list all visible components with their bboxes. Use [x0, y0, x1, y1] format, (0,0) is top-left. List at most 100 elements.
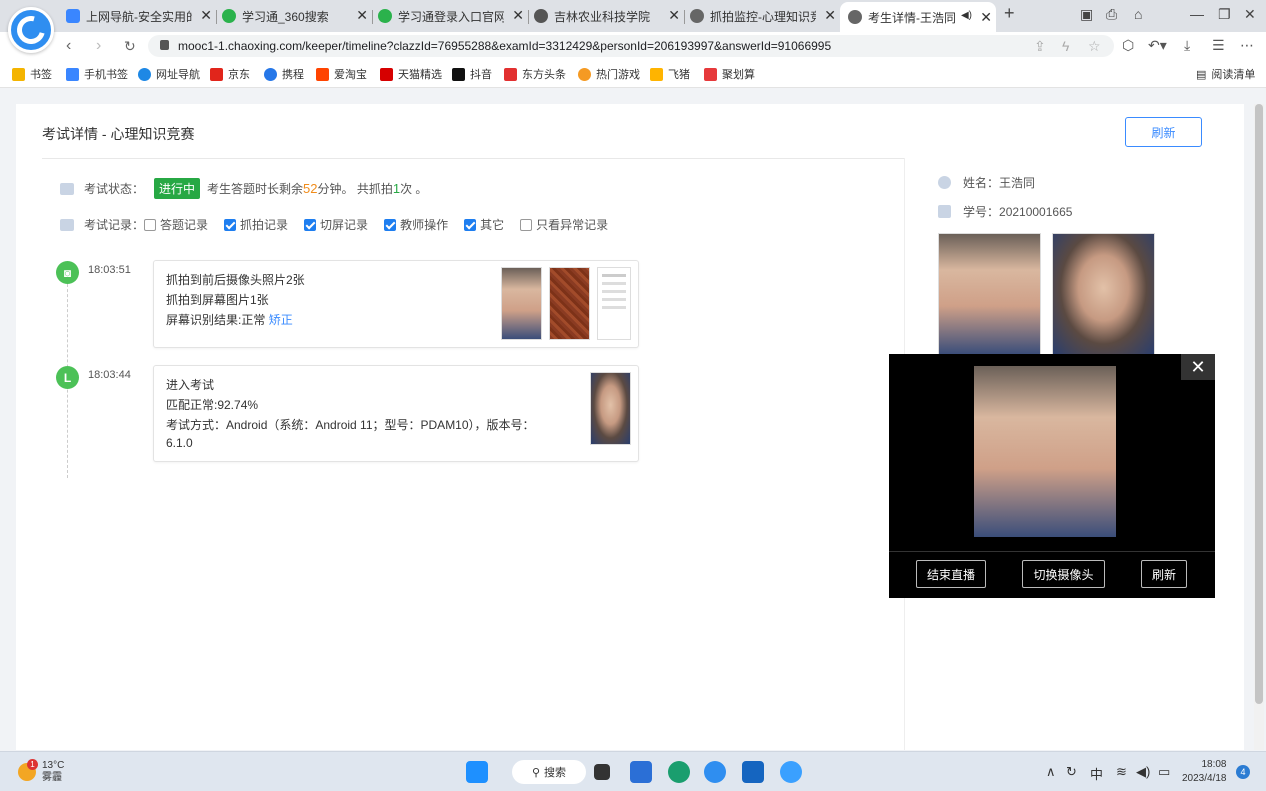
- speaker-icon[interactable]: ◀): [961, 10, 972, 21]
- filter-answer-records[interactable]: 答题记录: [144, 216, 208, 233]
- extensions-icon[interactable]: ⬡: [1122, 37, 1134, 54]
- notification-badge[interactable]: 4: [1236, 765, 1250, 779]
- student-id-photo[interactable]: [1052, 233, 1155, 355]
- switch-camera-button[interactable]: 切换摄像头: [1022, 560, 1105, 588]
- divider: [42, 158, 904, 159]
- page-scrollbar[interactable]: [1254, 104, 1264, 750]
- star-icon[interactable]: ☆: [1088, 38, 1101, 55]
- tab-student-detail[interactable]: 考生详情-王浩同 ◀) ✕: [840, 2, 996, 32]
- bookmark-item[interactable]: 聚划算: [704, 66, 755, 82]
- shirt-icon[interactable]: ⌂: [1134, 6, 1142, 22]
- undo-icon[interactable]: ↶▾: [1148, 37, 1167, 54]
- print-icon[interactable]: ⎙: [1106, 6, 1117, 23]
- toutiao-icon: [504, 67, 517, 81]
- filter-switch-screen-records[interactable]: 切屏记录: [304, 216, 368, 233]
- system-clock[interactable]: 18:08 2023/4/18: [1182, 758, 1227, 786]
- tab-nav[interactable]: 上网导航-安全实用的网 ✕: [66, 4, 216, 28]
- filter-capture-records[interactable]: 抓拍记录: [224, 216, 288, 233]
- tab-label: 上网导航-安全实用的网: [86, 9, 192, 24]
- bookmark-item[interactable]: 京东: [210, 66, 250, 82]
- popup-refresh-button[interactable]: 刷新: [1141, 560, 1187, 588]
- reading-mode-icon[interactable]: ☰: [1212, 37, 1225, 54]
- battery-icon[interactable]: ▭: [1158, 764, 1170, 780]
- bookmark-item[interactable]: 天猫精选: [380, 66, 442, 82]
- restore-icon[interactable]: ❐: [1218, 6, 1231, 23]
- shield-app-icon[interactable]: [742, 761, 764, 783]
- taskbar-search[interactable]: ⚲ 搜索: [512, 760, 586, 784]
- tab-xuexitong-login[interactable]: 学习通登录入口官网_36 ✕: [378, 4, 528, 28]
- bookmark-item[interactable]: 网址导航: [138, 66, 200, 82]
- wifi-icon[interactable]: ≋: [1116, 764, 1127, 780]
- remaining-minutes: 52: [303, 181, 318, 196]
- more-menu-icon[interactable]: ⋯: [1240, 37, 1254, 54]
- download-icon[interactable]: ⤓: [1184, 37, 1190, 54]
- status-badge: 进行中: [154, 178, 201, 199]
- bookmark-item[interactable]: 抖音: [452, 66, 492, 82]
- clock-date: 2023/4/18: [1182, 773, 1227, 784]
- filter-teacher-operations[interactable]: 教师操作: [384, 216, 448, 233]
- new-tab-icon[interactable]: +: [1004, 3, 1015, 24]
- tab-close-icon[interactable]: ✕: [200, 8, 212, 22]
- refresh-button[interactable]: 刷新: [1125, 117, 1202, 147]
- tab-list-icon[interactable]: ▣: [1080, 6, 1093, 23]
- tab-close-icon[interactable]: ✕: [356, 8, 368, 22]
- browser-taskbar-icon[interactable]: [704, 761, 726, 783]
- checkbox[interactable]: [464, 218, 477, 231]
- tab-360-search[interactable]: 学习通_360搜索 ✕: [222, 4, 372, 28]
- task-view-icon[interactable]: [594, 764, 610, 780]
- lightning-icon[interactable]: ϟ: [1062, 38, 1069, 54]
- filter-other[interactable]: 其它: [464, 216, 504, 233]
- reading-list[interactable]: ▤ 阅读清单: [1196, 66, 1255, 82]
- search-app-icon[interactable]: [780, 761, 802, 783]
- scrollbar-thumb[interactable]: [1255, 104, 1263, 704]
- close-icon[interactable]: ✕: [1181, 354, 1215, 380]
- browser-logo-icon[interactable]: [8, 7, 54, 53]
- end-live-button[interactable]: 结束直播: [916, 560, 986, 588]
- filter-abnormal-only[interactable]: 只看异常记录: [520, 216, 608, 233]
- tab-close-icon[interactable]: ✕: [824, 8, 836, 22]
- screen-capture-photo[interactable]: [597, 267, 631, 340]
- tab-close-icon[interactable]: ✕: [980, 10, 992, 24]
- tab-close-icon[interactable]: ✕: [512, 8, 524, 22]
- ime-indicator[interactable]: 中: [1090, 764, 1103, 783]
- mail-icon[interactable]: [630, 761, 652, 783]
- checkbox[interactable]: [144, 218, 157, 231]
- checkbox[interactable]: [224, 218, 237, 231]
- status-label: 考试状态：: [84, 182, 145, 196]
- chevron-up-icon[interactable]: ∧: [1046, 764, 1056, 780]
- bookmark-item[interactable]: 东方头条: [504, 66, 566, 82]
- forward-icon[interactable]: ›: [96, 37, 101, 55]
- rear-camera-photo[interactable]: [549, 267, 590, 340]
- reload-icon[interactable]: ↻: [124, 38, 136, 55]
- sync-icon[interactable]: ↻: [1066, 764, 1077, 780]
- front-camera-photo[interactable]: [501, 267, 542, 340]
- bookmark-item[interactable]: 爱淘宝: [316, 66, 367, 82]
- back-icon[interactable]: ‹: [66, 37, 71, 55]
- globe-icon: [534, 9, 548, 23]
- bookmark-item[interactable]: 书签: [12, 66, 52, 82]
- url-field[interactable]: mooc1-1.chaoxing.com/keeper/timeline?cla…: [148, 35, 1114, 57]
- tab-jilin-college[interactable]: 吉林农业科技学院 ✕: [534, 4, 684, 28]
- checkbox[interactable]: [304, 218, 317, 231]
- checkbox[interactable]: [384, 218, 397, 231]
- student-capture-photo[interactable]: [938, 233, 1041, 355]
- user-icon: [938, 176, 951, 189]
- bookmark-item[interactable]: 飞猪: [650, 66, 690, 82]
- checkbox[interactable]: [520, 218, 533, 231]
- start-icon[interactable]: [466, 761, 488, 783]
- tab-close-icon[interactable]: ✕: [668, 8, 680, 22]
- tab-capture-monitor[interactable]: 抓拍监控-心理知识竞赛 ✕: [690, 4, 840, 28]
- volume-icon[interactable]: ◀): [1136, 764, 1150, 780]
- minimize-icon[interactable]: —: [1190, 6, 1204, 22]
- edge-icon[interactable]: [668, 761, 690, 783]
- bookmark-item[interactable]: 热门游戏: [578, 66, 640, 82]
- correct-link[interactable]: 矫正: [269, 313, 293, 327]
- bookmark-item[interactable]: 手机书签: [66, 66, 128, 82]
- share-icon[interactable]: ⇪: [1034, 38, 1046, 55]
- weather-widget[interactable]: 1 13°C 雾霾: [18, 759, 64, 784]
- bookmark-item[interactable]: 携程: [264, 66, 304, 82]
- match-photo[interactable]: [590, 372, 631, 445]
- globe-icon: [690, 9, 704, 23]
- login-icon: L: [56, 366, 79, 389]
- close-window-icon[interactable]: ✕: [1244, 6, 1256, 23]
